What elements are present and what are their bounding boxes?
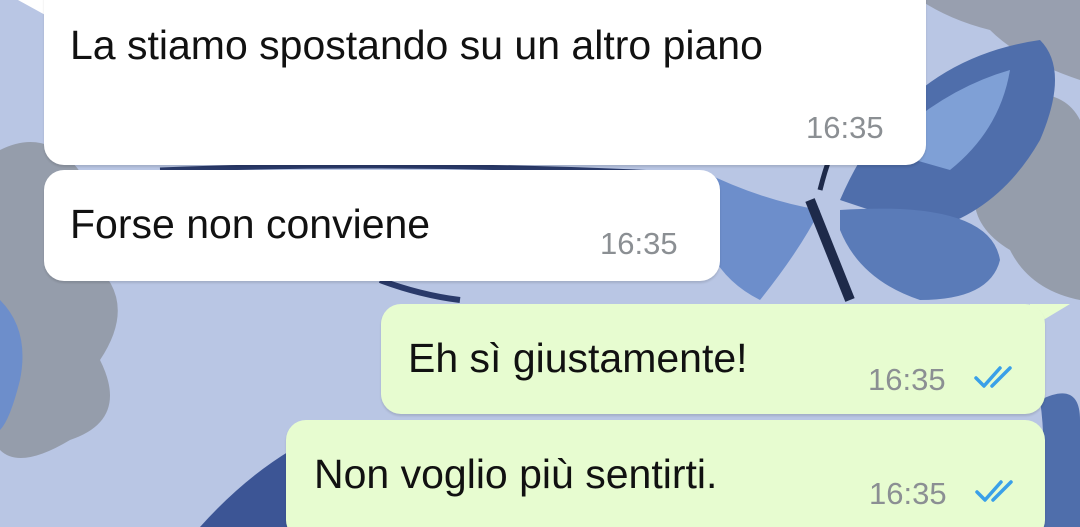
message-text: La stiamo spostando su un altro piano	[70, 22, 763, 68]
double-check-read-icon	[974, 366, 1012, 388]
incoming-message-bubble[interactable]: Forse non conviene 16:35	[44, 170, 720, 281]
incoming-message-bubble[interactable]: La stiamo spostando su un altro piano 16…	[44, 0, 926, 165]
message-timestamp: 16:35	[868, 362, 946, 397]
double-check-read-icon	[975, 480, 1013, 502]
outgoing-message-bubble[interactable]: Non voglio più sentirti. 16:35	[286, 420, 1045, 527]
message-timestamp: 16:35	[806, 110, 884, 145]
message-text: Forse non conviene	[70, 201, 431, 247]
message-timestamp: 16:35	[600, 226, 678, 261]
chat-background: La stiamo spostando su un altro piano 16…	[0, 0, 1080, 527]
message-text: Non voglio più sentirti.	[314, 451, 718, 497]
outgoing-message-bubble[interactable]: Eh sì giustamente! 16:35	[381, 304, 1045, 414]
message-text: Eh sì giustamente!	[408, 335, 748, 381]
message-timestamp: 16:35	[869, 476, 947, 511]
